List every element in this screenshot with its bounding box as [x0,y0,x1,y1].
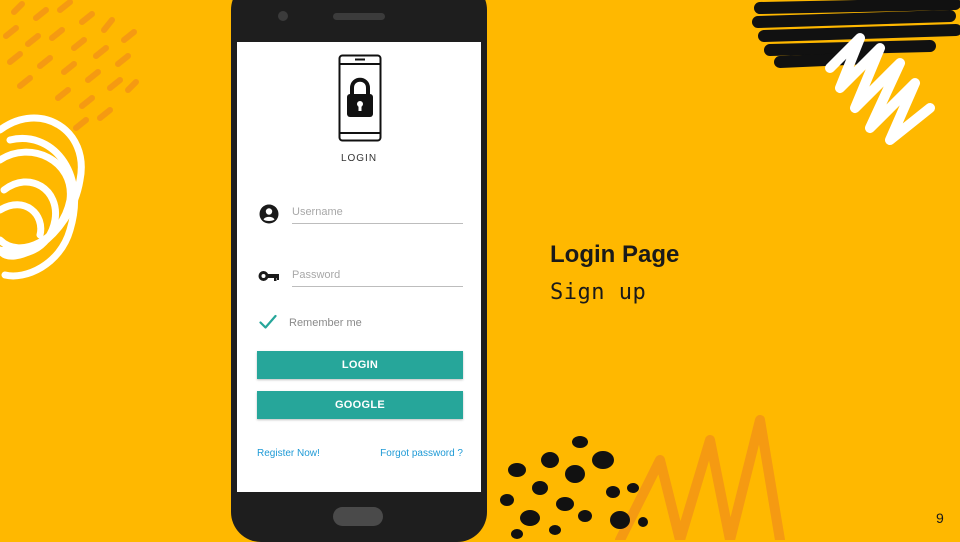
username-input[interactable] [292,201,463,224]
decorative-scribble-white [0,114,85,280]
camera-icon [278,11,288,21]
slide-subtitle: Sign up [550,280,647,305]
remember-me-label: Remember me [289,317,362,329]
forgot-password-link[interactable]: Forgot password ? [380,448,463,459]
checkmark-icon[interactable] [259,314,277,330]
decorative-zigzag-white [825,33,935,145]
phone-lock-icon [338,54,382,142]
password-input[interactable] [292,264,463,287]
decorative-dots [500,436,648,539]
app-screen: LOGIN Remember me LOGIN GOOGLE Register … [237,42,481,492]
home-button[interactable] [333,507,383,526]
slide-title: Login Page [550,241,680,268]
register-link[interactable]: Register Now! [257,448,320,459]
login-button[interactable]: LOGIN [257,351,463,379]
phone-speaker [333,13,385,20]
app-title: LOGIN [340,153,378,164]
key-icon [258,271,279,281]
page-number: 9 [936,510,944,526]
account-circle-icon [259,204,279,224]
google-button[interactable]: GOOGLE [257,391,463,419]
